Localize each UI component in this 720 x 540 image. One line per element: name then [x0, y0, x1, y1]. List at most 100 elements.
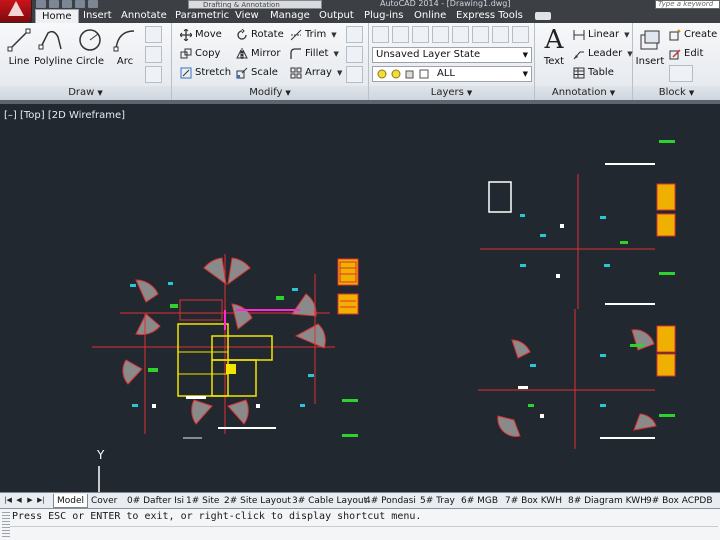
fillet-button[interactable]: Fillet ▼: [290, 46, 339, 62]
chevron-down-icon[interactable]: ▼: [337, 65, 342, 81]
layout-tab-site-layout[interactable]: 2# Site Layout: [224, 494, 291, 508]
tab-parametric[interactable]: Parametric: [175, 9, 229, 23]
draw-panel-title[interactable]: Draw ▼: [0, 86, 171, 100]
explode-button[interactable]: [346, 46, 363, 63]
layout-tab-box-kwh[interactable]: 7# Box KWH: [505, 494, 562, 508]
circle-tool[interactable]: Circle: [73, 27, 107, 67]
drawing-canvas[interactable]: [–] [Top] [2D Wireframe] Y: [0, 100, 720, 492]
search-input[interactable]: Type a keyword: [655, 0, 720, 9]
command-line-grip[interactable]: [2, 512, 10, 538]
layout-tab-pondasi[interactable]: 4# Pondasi: [365, 494, 416, 508]
save-icon[interactable]: [62, 0, 72, 8]
modify-panel-title[interactable]: Modify ▼: [172, 86, 368, 100]
layout-tab-cover[interactable]: Cover: [91, 494, 117, 508]
create-block-button[interactable]: Create: [669, 27, 717, 43]
open-icon[interactable]: [49, 0, 59, 8]
hatch-button[interactable]: [145, 46, 162, 63]
tab-output[interactable]: Output: [319, 9, 354, 23]
redo-icon[interactable]: [88, 0, 98, 8]
layout-tab-mgb[interactable]: 6# MGB: [461, 494, 498, 508]
layer-button-5[interactable]: [452, 26, 469, 43]
leader-button[interactable]: Leader ▼: [573, 46, 633, 62]
chevron-down-icon[interactable]: ▼: [331, 27, 336, 43]
rotate-button[interactable]: Rotate: [236, 27, 284, 43]
chevron-down-icon[interactable]: ▼: [624, 27, 629, 43]
rectangle-button[interactable]: [145, 26, 162, 43]
application-menu-button[interactable]: [0, 0, 32, 22]
quick-access-toolbar[interactable]: [36, 0, 98, 9]
workspace-dropdown[interactable]: Drafting & Annotation: [188, 0, 322, 9]
tab-online[interactable]: Online: [414, 9, 446, 23]
prev-tab-button[interactable]: ◀: [14, 495, 24, 506]
layout-tab-diagram-kwh[interactable]: 8# Diagram KWH: [568, 494, 647, 508]
ribbon-minimize-button[interactable]: [535, 12, 551, 20]
tab-insert[interactable]: Insert: [83, 9, 112, 23]
chevron-down-icon: ▼: [466, 89, 473, 97]
table-icon: [573, 67, 585, 79]
new-icon[interactable]: [36, 0, 46, 8]
chevron-down-icon: ▼: [688, 89, 695, 97]
layer-dropdown[interactable]: ALL ▼: [372, 66, 532, 82]
arc-tool[interactable]: Arc: [108, 27, 142, 67]
line-tool[interactable]: Line: [2, 27, 36, 67]
copy-button[interactable]: Copy: [180, 46, 220, 62]
layout-tab-cable-layout[interactable]: 3# Cable Layout: [292, 494, 367, 508]
tab-manage[interactable]: Manage: [270, 9, 310, 23]
tab-express-tools[interactable]: Express Tools: [456, 9, 523, 23]
scale-button[interactable]: Scale: [236, 65, 278, 81]
stretch-button[interactable]: Stretch: [180, 65, 231, 81]
region-button[interactable]: [145, 66, 162, 83]
tab-annotate[interactable]: Annotate: [121, 9, 167, 23]
layer-button-8[interactable]: [512, 26, 529, 43]
erase-button[interactable]: [346, 26, 363, 43]
layer-button-4[interactable]: [432, 26, 449, 43]
last-tab-button[interactable]: ▶|: [36, 495, 46, 506]
polyline-tool[interactable]: Polyline: [34, 27, 73, 67]
cad-drawing[interactable]: [0, 104, 720, 492]
undo-icon[interactable]: [75, 0, 85, 8]
linear-button[interactable]: Linear ▼: [573, 27, 629, 43]
layout-tab-model[interactable]: Model: [53, 494, 89, 508]
first-tab-button[interactable]: |◀: [3, 495, 13, 506]
layers-panel-title[interactable]: Layers ▼: [369, 86, 534, 100]
document-title: AutoCAD 2014 - [Drawing1.dwg]: [380, 0, 511, 8]
viewport-controls[interactable]: [–] [Top] [2D Wireframe]: [4, 110, 125, 121]
trim-button[interactable]: Trim ▼: [290, 27, 337, 43]
arc-icon: [113, 30, 135, 52]
polyline-icon: [38, 30, 62, 50]
layout-tab-tray[interactable]: 5# Tray: [420, 494, 455, 508]
next-tab-button[interactable]: ▶: [25, 495, 35, 506]
layer-button-3[interactable]: [412, 26, 429, 43]
chevron-down-icon[interactable]: ▼: [627, 46, 632, 62]
block-panel-title[interactable]: Block ▼: [633, 86, 720, 100]
layer-button-6[interactable]: [472, 26, 489, 43]
layer-button-2[interactable]: [392, 26, 409, 43]
layout-tab-dafter-isi[interactable]: 0# Dafter Isi: [127, 494, 184, 508]
move-button[interactable]: Move: [179, 27, 222, 43]
annotation-panel-title[interactable]: Annotation ▼: [535, 86, 632, 100]
command-input[interactable]: [10, 526, 718, 538]
mirror-button[interactable]: Mirror: [236, 46, 280, 62]
block-attribute-button[interactable]: [669, 65, 693, 82]
tab-view[interactable]: View: [235, 9, 259, 23]
chevron-down-icon[interactable]: ▼: [333, 46, 338, 62]
text-tool[interactable]: A Text: [537, 27, 571, 67]
insert-tool[interactable]: Insert: [633, 27, 667, 67]
array-button[interactable]: Array ▼: [290, 65, 342, 81]
tab-home[interactable]: Home: [35, 9, 79, 23]
layout-tab-box-acpdb[interactable]: 9# Box ACPDB: [646, 494, 713, 508]
layer-properties-button[interactable]: [372, 26, 389, 43]
edit-block-button[interactable]: Edit: [669, 46, 703, 62]
layout-tab-site[interactable]: 1# Site: [186, 494, 219, 508]
offset-button[interactable]: [346, 66, 363, 83]
fillet-label: Fillet: [305, 48, 329, 59]
layer-state-dropdown[interactable]: Unsaved Layer State ▼: [372, 47, 532, 63]
tab-plug-ins[interactable]: Plug-ins: [364, 9, 403, 23]
linear-dimension-icon: [573, 29, 585, 41]
table-button[interactable]: Table: [573, 65, 614, 81]
create-label: Create: [684, 29, 718, 40]
annotation-title-text: Annotation: [551, 87, 607, 98]
array-label: Array: [305, 67, 332, 78]
layer-status-icon: [377, 69, 429, 79]
layer-button-7[interactable]: [492, 26, 509, 43]
